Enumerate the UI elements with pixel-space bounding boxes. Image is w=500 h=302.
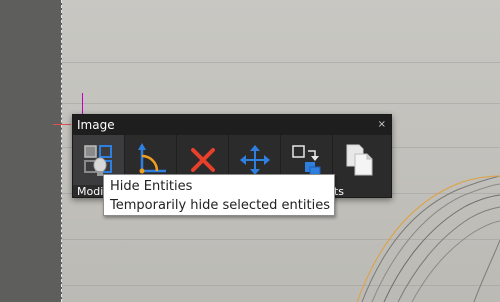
origin-marker-horizontal [53, 124, 71, 125]
corner-angle-icon [137, 143, 166, 174]
tooltip-description: Temporarily hide selected entities [110, 198, 330, 213]
tooltip-title: Hide Entities [110, 179, 193, 194]
tooltip: Hide Entities Temporarily hide selected … [103, 174, 335, 216]
red-x-icon [190, 148, 215, 172]
panel-titlebar[interactable]: Image × [73, 115, 391, 135]
documents-icon [346, 144, 373, 176]
workspace-margin [0, 0, 62, 302]
move-arrows-icon [239, 145, 270, 175]
copy-button[interactable] [333, 135, 385, 185]
origin-marker-vertical [82, 93, 83, 115]
copy-transfer-icon [291, 145, 320, 178]
close-icon[interactable]: × [378, 115, 386, 135]
panel-title: Image [77, 118, 115, 132]
